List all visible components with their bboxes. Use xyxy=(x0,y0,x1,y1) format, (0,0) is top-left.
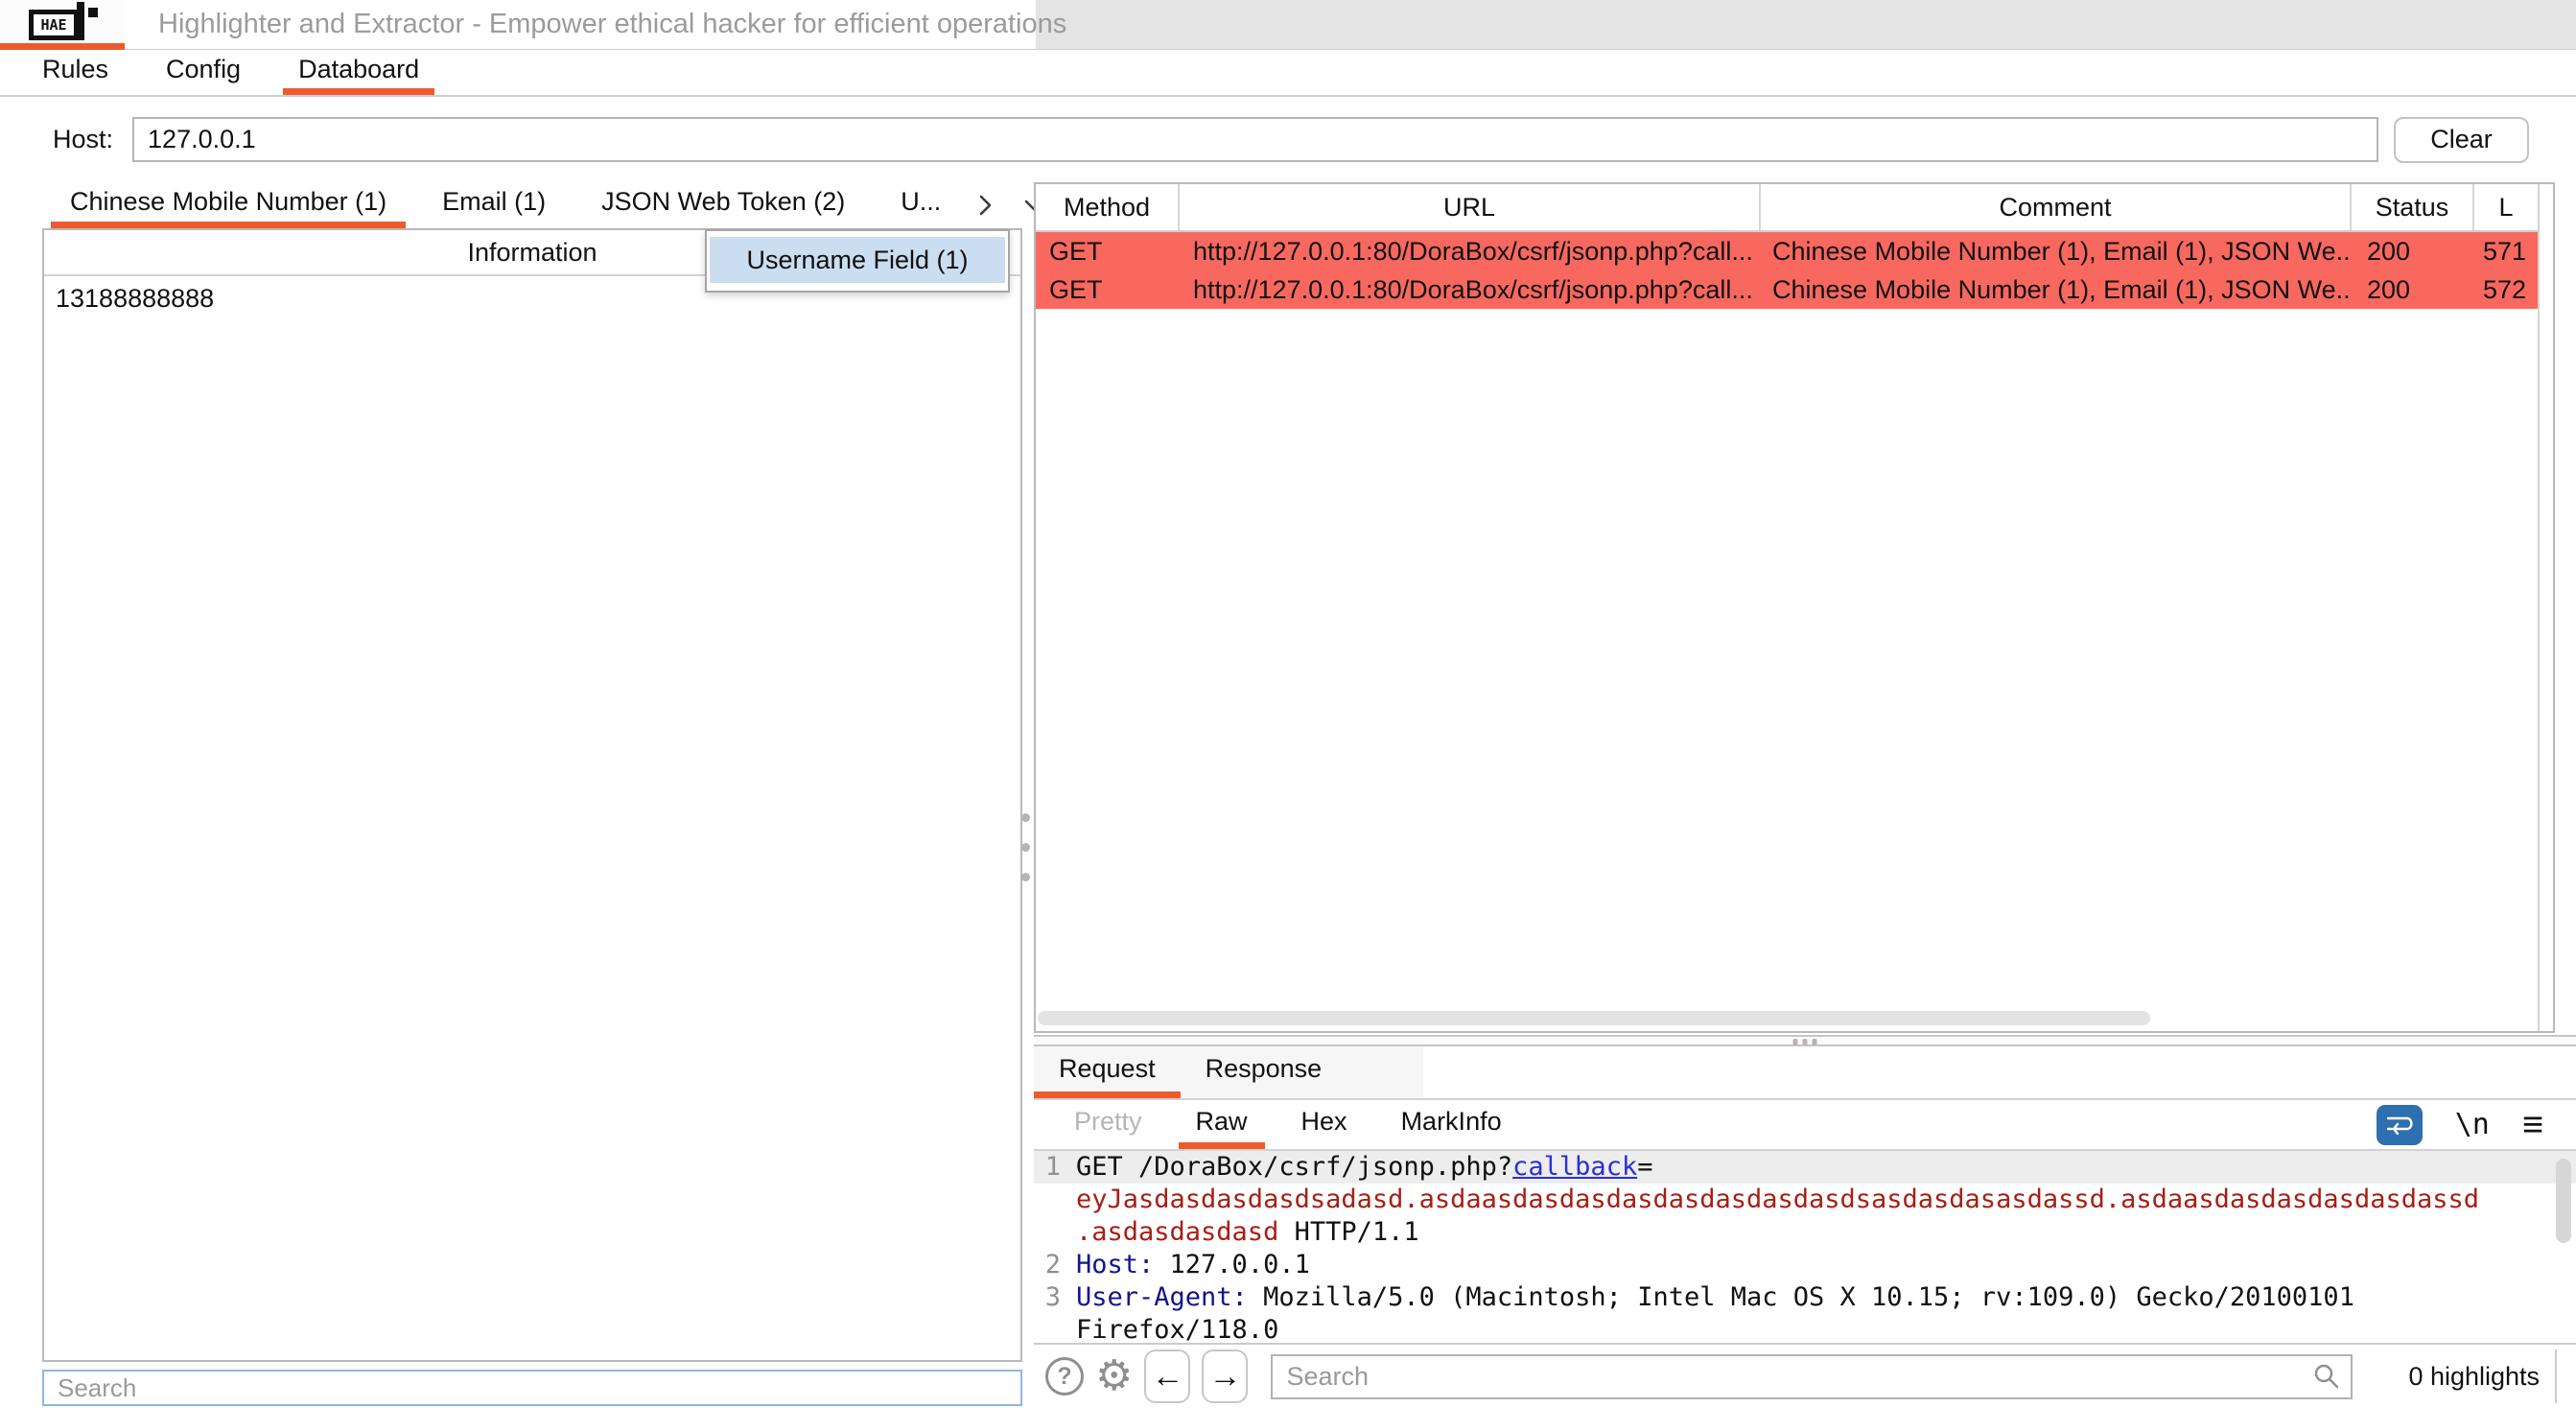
request-editor[interactable]: 1GET /DoraBox/csrf/jsonp.php?callback=ey… xyxy=(1034,1151,2576,1343)
data-type-tab-json-web-token-2[interactable]: JSON Web Token (2) xyxy=(582,182,864,228)
tab-scroll-right-icon[interactable] xyxy=(969,189,1001,222)
code-segment-plain: 127.0.0.1 xyxy=(1154,1249,1310,1281)
help-icon[interactable]: ? xyxy=(1045,1357,1084,1396)
host-input[interactable] xyxy=(132,117,2378,162)
cell-status: 200 xyxy=(2352,270,2474,309)
editor-line: 2Host: 127.0.0.1 xyxy=(1034,1249,2576,1281)
tab-overflow-dropdown: Username Field (1) xyxy=(705,229,1010,293)
cell-comment: Chinese Mobile Number (1), Email (1), JS… xyxy=(1761,270,2352,309)
request-row[interactable]: GEThttp://127.0.0.1:80/DoraBox/csrf/json… xyxy=(1036,270,2538,309)
previous-match-button[interactable]: ← xyxy=(1144,1349,1190,1403)
editor-line: 1GET /DoraBox/csrf/jsonp.php?callback= xyxy=(1034,1151,2576,1184)
editor-line: 3User-Agent: Mozilla/5.0 (Macintosh; Int… xyxy=(1034,1281,2576,1314)
view-tab-markinfo[interactable]: MarkInfo xyxy=(1384,1100,1519,1149)
cell-url: http://127.0.0.1:80/DoraBox/csrf/jsonp.p… xyxy=(1180,232,1761,270)
cell-status: 200 xyxy=(2352,232,2474,270)
code-segment-plain: = xyxy=(1637,1151,1652,1184)
code-segment-plain: HTTP/1.1 xyxy=(1278,1216,1418,1249)
requests-vertical-scrollbar[interactable] xyxy=(2538,184,2553,1031)
view-tab-hex[interactable]: Hex xyxy=(1284,1100,1365,1149)
hae-window: HAE Highlighter and Extractor - Empower … xyxy=(0,0,2576,1408)
code-segment-value: .asdasdasdasd xyxy=(1076,1216,1278,1249)
line-number: 3 xyxy=(1034,1281,1076,1314)
editor-search-box xyxy=(1271,1354,2353,1399)
hae-extension-tab[interactable]: HAE xyxy=(0,0,125,50)
editor-vertical-scrollbar-thumb[interactable] xyxy=(2556,1159,2571,1243)
data-type-tab-email-1[interactable]: Email (1) xyxy=(423,182,565,228)
line-number: 1 xyxy=(1034,1151,1076,1184)
line-number xyxy=(1034,1216,1076,1249)
code-segment-value: eyJasdasdasdasdsadasd.asdaasdasdasdasdas… xyxy=(1076,1184,2479,1216)
hae-logo-icon: HAE xyxy=(27,2,98,42)
column-header-l[interactable]: L xyxy=(2474,184,2538,230)
column-header-status[interactable]: Status xyxy=(2352,184,2474,230)
message-detail-panel: RequestResponse Pretty Raw Hex MarkInfo \n … xyxy=(1034,1046,2576,1408)
editor-line: .asdasdasdasd HTTP/1.1 xyxy=(1034,1216,2576,1249)
vertical-splitter-handle[interactable] xyxy=(1020,813,1030,890)
dropdown-item-username-field[interactable]: Username Field (1) xyxy=(710,237,1005,283)
view-tab-raw[interactable]: Raw xyxy=(1179,1100,1265,1149)
view-tab-pretty[interactable]: Pretty xyxy=(1057,1100,1159,1149)
data-type-tab-bar: Chinese Mobile Number (1) Email (1) JSON W… xyxy=(42,182,1022,228)
main-tab-config[interactable]: Config xyxy=(151,51,256,95)
request-row[interactable]: GEThttp://127.0.0.1:80/DoraBox/csrf/json… xyxy=(1036,232,2538,270)
editor-search-input[interactable] xyxy=(1273,1362,2310,1392)
column-header-method[interactable]: Method xyxy=(1036,184,1180,230)
requests-table-body: GEThttp://127.0.0.1:80/DoraBox/csrf/json… xyxy=(1036,232,2538,309)
editor-menu-icon[interactable]: ≡ xyxy=(2522,1107,2543,1143)
line-number: 2 xyxy=(1034,1249,1076,1281)
cell-comment: Chinese Mobile Number (1), Email (1), JS… xyxy=(1761,232,2352,270)
editor-line: eyJasdasdasdasdsadasd.asdaasdasdasdasdas… xyxy=(1034,1184,2576,1216)
line-number xyxy=(1034,1314,1076,1343)
code-segment-plain: Mozilla/5.0 (Macintosh; Intel Mac OS X 1… xyxy=(1248,1281,2354,1314)
tab-response[interactable]: Response xyxy=(1181,1046,1347,1098)
data-type-tab-chinese-mobile-number-1[interactable]: Chinese Mobile Number (1) xyxy=(51,182,406,228)
newline-toggle[interactable]: \n xyxy=(2455,1108,2490,1141)
title-bar-background xyxy=(1036,0,2576,49)
tab-request[interactable]: Request xyxy=(1034,1046,1181,1098)
main-tab-bar: Rules Config Databoard xyxy=(0,51,2576,97)
settings-gear-icon[interactable]: ⚙ xyxy=(1095,1355,1133,1397)
editor-bottom-toolbar: ? ⚙ ← → 0 highlights xyxy=(1034,1343,2576,1408)
cell-l: 571 xyxy=(2474,232,2538,270)
code-segment-header: Host: xyxy=(1076,1249,1154,1281)
code-segment-header: User-Agent: xyxy=(1076,1281,1248,1314)
host-bar: Host: Clear xyxy=(0,99,2576,180)
requests-table-header: MethodURLCommentStatusL xyxy=(1036,184,2538,232)
column-header-comment[interactable]: Comment xyxy=(1761,184,2352,230)
cell-method: GET xyxy=(1036,232,1180,270)
toolbar-divider xyxy=(2555,1349,2557,1403)
main-tab-databoard[interactable]: Databoard xyxy=(283,51,434,95)
editor-line: Firefox/118.0 xyxy=(1034,1314,2576,1343)
requests-table: MethodURLCommentStatusL GEThttp://127.0.… xyxy=(1034,182,2555,1033)
cell-method: GET xyxy=(1036,270,1180,309)
column-header-url[interactable]: URL xyxy=(1180,184,1761,230)
word-wrap-toggle[interactable] xyxy=(2377,1105,2423,1145)
highlights-count: 0 highlights xyxy=(2408,1362,2540,1392)
information-search-input[interactable] xyxy=(42,1370,1022,1406)
host-label: Host: xyxy=(53,125,113,154)
cell-url: http://127.0.0.1:80/DoraBox/csrf/jsonp.p… xyxy=(1180,270,1761,309)
cell-l: 572 xyxy=(2474,270,2538,309)
horizontal-splitter-handle[interactable] xyxy=(1034,1035,2576,1046)
request-response-tab-bar: RequestResponse xyxy=(1034,1046,2576,1100)
clear-button[interactable]: Clear xyxy=(2394,117,2529,163)
code-segment-plain: Firefox/118.0 xyxy=(1076,1314,1278,1343)
search-icon xyxy=(2310,1360,2343,1393)
main-tab-rules[interactable]: Rules xyxy=(27,51,124,95)
next-match-button[interactable]: → xyxy=(1202,1349,1248,1403)
line-number xyxy=(1034,1184,1076,1216)
code-segment-param: callback xyxy=(1512,1151,1637,1184)
message-view-tab-bar: Pretty Raw Hex MarkInfo \n ≡ xyxy=(1034,1100,2576,1151)
information-table: Information 13188888888 xyxy=(42,228,1022,1362)
word-wrap-icon xyxy=(2383,1111,2416,1139)
requests-horizontal-scrollbar-thumb[interactable] xyxy=(1038,1011,2150,1025)
code-segment-plain: GET /DoraBox/csrf/jsonp.php? xyxy=(1076,1151,1512,1184)
extension-title: Highlighter and Extractor - Empower ethi… xyxy=(158,0,1066,49)
data-type-tab-u[interactable]: U... xyxy=(881,182,960,228)
title-bar: HAE Highlighter and Extractor - Empower … xyxy=(0,0,2576,50)
